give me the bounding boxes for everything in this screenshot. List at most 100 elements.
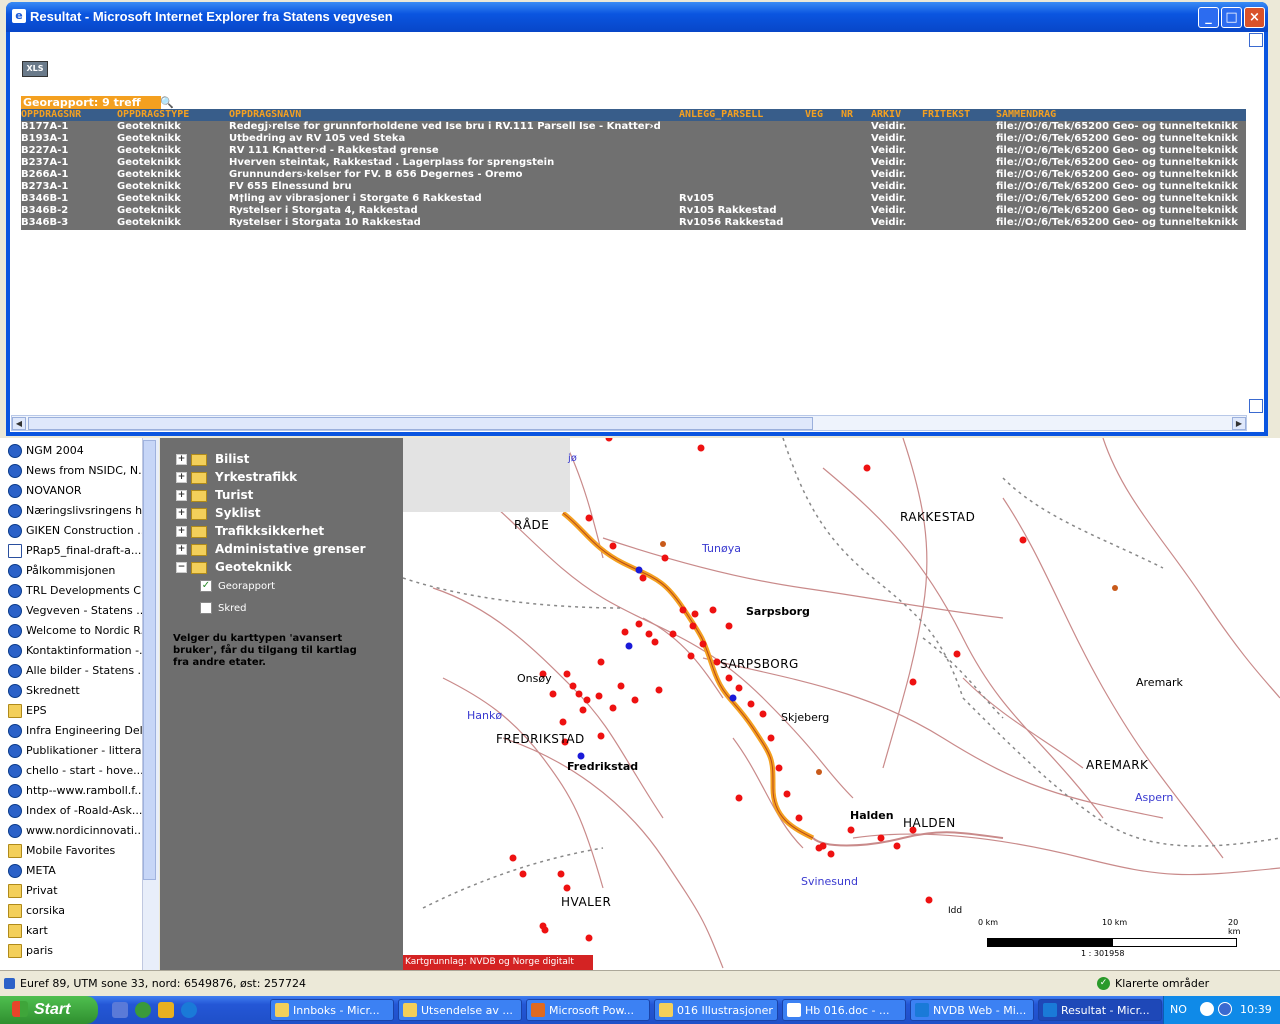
help-icon[interactable] xyxy=(1200,1002,1214,1016)
table-cell-sammendrag[interactable]: file://O:/6/Tek/65200 Geo- og tunneltekn… xyxy=(996,217,1246,229)
table-row[interactable]: B346B-3 Geoteknikk Rystelser i Storgata 10… xyxy=(21,217,1246,229)
media-player-icon[interactable] xyxy=(135,1002,151,1018)
col-header[interactable]: SAMMENDRAG xyxy=(996,109,1056,121)
georapport-checkbox[interactable]: ✓ xyxy=(200,580,212,592)
table-row[interactable]: B273A-1 Geoteknikk FV 655 Elnessund bru Vei… xyxy=(21,181,1246,193)
favorite-item[interactable]: Alle bilder - Statens ... xyxy=(0,661,158,681)
place-label: Svinesund xyxy=(801,875,858,888)
favorite-item[interactable]: NGM 2004 xyxy=(0,441,158,461)
table-row[interactable]: B177A-1 Geoteknikk Redegj›relse for grunnf… xyxy=(21,121,1246,133)
outlook-icon[interactable] xyxy=(158,1002,174,1018)
quicklaunch-icon[interactable] xyxy=(112,1002,128,1018)
layer-group-label: Bilist xyxy=(215,452,250,466)
favorite-item[interactable]: Vegveven - Statens ... xyxy=(0,601,158,621)
task-nvdb[interactable]: NVDB Web - Mi... xyxy=(910,999,1034,1021)
favorite-item[interactable]: Mobile Favorites xyxy=(0,841,158,861)
favorite-item[interactable]: chello - start - hove... xyxy=(0,761,158,781)
table-row[interactable]: B227A-1 Geoteknikk RV 111 Knatter›d - Rakk… xyxy=(21,145,1246,157)
favorite-item[interactable]: Næringslivsringens h... xyxy=(0,501,158,521)
scroll-left-icon[interactable]: ◀ xyxy=(12,417,26,430)
xls-export-button[interactable]: XLS xyxy=(22,61,48,77)
favorite-item[interactable]: Infra Engineering Delft xyxy=(0,721,158,741)
table-cell-sammendrag[interactable]: file://O:/6/Tek/65200 Geo- og tunneltekn… xyxy=(996,133,1246,145)
task-utsendelse[interactable]: Utsendelse av ... xyxy=(398,999,522,1021)
scroll-right-icon[interactable]: ▶ xyxy=(1232,417,1246,430)
maximize-button[interactable]: □ xyxy=(1221,7,1242,28)
expand-icon[interactable]: + xyxy=(176,472,187,483)
table-row[interactable]: B266A-1 Geoteknikk Grunnunders›kelser for … xyxy=(21,169,1246,181)
favorite-item[interactable]: Publikationer - littera... xyxy=(0,741,158,761)
task-resultat[interactable]: Resultat - Micr... xyxy=(1038,999,1162,1021)
close-button[interactable]: × xyxy=(1244,7,1265,28)
table-cell-sammendrag[interactable]: file://O:/6/Tek/65200 Geo- og tunneltekn… xyxy=(996,121,1246,133)
ie-icon[interactable] xyxy=(181,1002,197,1018)
favorite-item[interactable]: paris xyxy=(0,941,158,961)
col-header[interactable]: OPPDRAGSTYPE xyxy=(117,109,189,121)
table-row[interactable]: B237A-1 Geoteknikk Hverven steintak, Rakke… xyxy=(21,157,1246,169)
language-indicator[interactable]: NO xyxy=(1170,1003,1187,1016)
layer-group-turist[interactable]: + Turist xyxy=(176,486,253,504)
favorite-item[interactable]: TRL Developments C... xyxy=(0,581,158,601)
expand-icon[interactable]: + xyxy=(176,490,187,501)
table-cell-sammendrag[interactable]: file://O:/6/Tek/65200 Geo- og tunneltekn… xyxy=(996,193,1246,205)
favorite-item[interactable]: Skrednett xyxy=(0,681,158,701)
col-header[interactable]: ARKIV xyxy=(871,109,901,121)
table-row[interactable]: B193A-1 Geoteknikk Utbedring av RV 105 ved… xyxy=(21,133,1246,145)
task-word[interactable]: Hb 016.doc - ... xyxy=(782,999,906,1021)
scale-label-10: 10 km xyxy=(1102,918,1128,927)
favorite-item[interactable]: Pålkommisjonen xyxy=(0,561,158,581)
expand-icon[interactable]: + xyxy=(176,526,187,537)
table-row[interactable]: B346B-1 Geoteknikk M†ling av vibrasjoner i… xyxy=(21,193,1246,205)
favorite-item[interactable]: corsika xyxy=(0,901,158,921)
table-cell-sammendrag[interactable]: file://O:/6/Tek/65200 Geo- og tunneltekn… xyxy=(996,169,1246,181)
col-header[interactable]: OPPDRAGSNR xyxy=(21,109,81,121)
expand-icon[interactable]: + xyxy=(176,454,187,465)
table-row[interactable]: B346B-2 Geoteknikk Rystelser i Storgata 4,… xyxy=(21,205,1246,217)
favorite-item[interactable]: Kontaktinformation -... xyxy=(0,641,158,661)
col-header[interactable]: VEG xyxy=(805,109,823,121)
layer-group-bilist[interactable]: + Bilist xyxy=(176,450,249,468)
favorite-item[interactable]: META xyxy=(0,861,158,881)
favorite-item[interactable]: www.nordicinnovati... xyxy=(0,821,158,841)
expand-icon[interactable]: + xyxy=(176,544,187,555)
col-header[interactable]: OPPDRAGSNAVN xyxy=(229,109,301,121)
layer-group-syklist[interactable]: + Syklist xyxy=(176,504,261,522)
favorite-item[interactable]: NOVANOR xyxy=(0,481,158,501)
layer-group-geoteknikk[interactable]: − Geoteknikk xyxy=(176,558,292,576)
favorite-item[interactable]: News from NSIDC, N... xyxy=(0,461,158,481)
favorite-item[interactable]: Index of -Roald-Ask... xyxy=(0,801,158,821)
table-cell-sammendrag[interactable]: file://O:/6/Tek/65200 Geo- og tunneltekn… xyxy=(996,157,1246,169)
favorite-item[interactable]: Privat xyxy=(0,881,158,901)
favorite-item[interactable]: Welcome to Nordic R... xyxy=(0,621,158,641)
network-icon[interactable] xyxy=(1218,1002,1232,1016)
favorite-item[interactable]: GIKEN Construction ... xyxy=(0,521,158,541)
table-cell-sammendrag[interactable]: file://O:/6/Tek/65200 Geo- og tunneltekn… xyxy=(996,205,1246,217)
horizontal-scrollbar[interactable]: ◀ ▶ xyxy=(11,415,1247,431)
minimize-button[interactable]: _ xyxy=(1198,7,1219,28)
binoculars-icon[interactable]: 🔍 xyxy=(160,96,174,109)
layer-georapport[interactable]: ✓ Georapport xyxy=(200,579,275,595)
col-header[interactable]: FRITEKST xyxy=(922,109,970,121)
table-cell-sammendrag[interactable]: file://O:/6/Tek/65200 Geo- og tunneltekn… xyxy=(996,181,1246,193)
layer-group-yrkestrafikk[interactable]: + Yrkestrafikk xyxy=(176,468,297,486)
start-button[interactable]: Start xyxy=(0,996,98,1024)
layer-skred[interactable]: Skred xyxy=(200,601,247,617)
favorite-item[interactable]: PRap5_final-draft-a... xyxy=(0,541,158,561)
favorite-item[interactable]: EPS xyxy=(0,701,158,721)
skred-checkbox[interactable] xyxy=(200,602,212,614)
col-header[interactable]: NR xyxy=(841,109,853,121)
table-cell-sammendrag[interactable]: file://O:/6/Tek/65200 Geo- og tunneltekn… xyxy=(996,145,1246,157)
task-illustrasjoner[interactable]: 016 Illustrasjoner xyxy=(654,999,778,1021)
col-header[interactable]: ANLEGG_PARSELL xyxy=(679,109,763,121)
scroll-thumb[interactable] xyxy=(28,417,813,430)
window-titlebar[interactable]: e Resultat - Microsoft Internet Explorer… xyxy=(6,2,1268,32)
favorite-item[interactable]: kart xyxy=(0,921,158,941)
expand-icon[interactable]: + xyxy=(176,508,187,519)
favorite-item[interactable]: http--www.ramboll.f... xyxy=(0,781,158,801)
collapse-icon[interactable]: − xyxy=(176,562,187,573)
layer-group-grenser[interactable]: + Administative grenser xyxy=(176,540,366,558)
task-powerpoint[interactable]: Microsoft Pow... xyxy=(526,999,650,1021)
favorites-scroll-thumb[interactable] xyxy=(143,440,156,880)
task-inbox[interactable]: Innboks - Micr... xyxy=(270,999,394,1021)
layer-group-trafikksikkerhet[interactable]: + Trafikksikkerhet xyxy=(176,522,324,540)
